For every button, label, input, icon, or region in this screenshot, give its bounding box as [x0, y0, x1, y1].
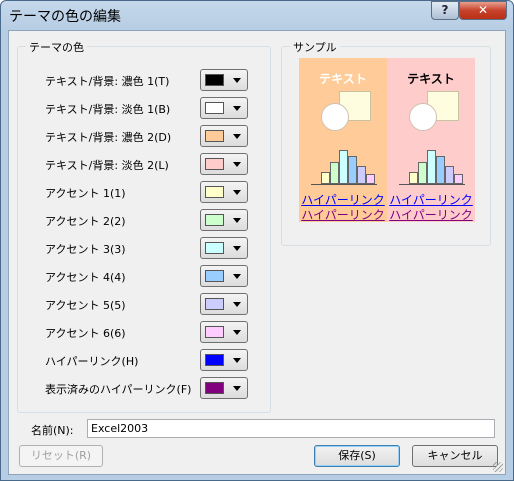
dropdown-arrow-icon [233, 330, 241, 335]
sample-light-panel: テキスト ハイパーリンク ハイパーリンク [387, 58, 475, 222]
sample-circle-shape [409, 103, 437, 131]
color-swatch [205, 242, 224, 254]
theme-color-label: アクセント 3(3) [45, 243, 126, 256]
theme-color-picker-button[interactable] [200, 125, 248, 147]
dropdown-arrow-icon [233, 134, 241, 139]
color-swatch [205, 354, 224, 366]
color-swatch [205, 298, 224, 310]
theme-color-picker-button[interactable] [200, 181, 248, 203]
theme-color-picker-button[interactable] [200, 265, 248, 287]
theme-color-picker-button[interactable] [200, 209, 248, 231]
dropdown-arrow-icon [233, 274, 241, 279]
theme-color-label: テキスト/背景: 濃色 1(T) [45, 75, 170, 88]
theme-color-label: アクセント 4(4) [45, 271, 126, 284]
sample-bar [348, 156, 357, 184]
reset-button[interactable]: リセット(R) [19, 445, 103, 467]
dropdown-arrow-icon [233, 386, 241, 391]
color-swatch [205, 270, 224, 282]
cancel-button[interactable]: キャンセル [412, 445, 498, 467]
dialog-body: テーマの色 テキスト/背景: 濃色 1(T) テキスト/背景: 淡色 1(B) テキ… [8, 30, 506, 475]
theme-color-picker-button[interactable] [200, 293, 248, 315]
name-input[interactable] [87, 419, 495, 438]
color-swatch [205, 214, 224, 226]
dropdown-arrow-icon [233, 78, 241, 83]
dropdown-arrow-icon [233, 358, 241, 363]
sample-visited-hyperlink[interactable]: ハイパーリンク [299, 206, 387, 223]
sample-baseline [311, 184, 377, 185]
theme-color-picker-button[interactable] [200, 69, 248, 91]
theme-color-label: 表示済みのハイパーリンク(F) [45, 383, 192, 396]
theme-color-label: アクセント 5(5) [45, 299, 126, 312]
sample-bar [409, 172, 418, 184]
sample-dark-text: テキスト [319, 72, 367, 86]
color-swatch [205, 186, 224, 198]
sample-bar [321, 172, 330, 184]
theme-color-picker-button[interactable] [200, 97, 248, 119]
sample-bar [436, 156, 445, 184]
sample-bar [445, 166, 454, 184]
sample-group: サンプル テキスト ハイパーリンク ハイパーリンク テキスト ハイパーリンク ハ… [281, 39, 491, 246]
sample-bar [339, 150, 348, 184]
dropdown-arrow-icon [233, 190, 241, 195]
color-swatch [205, 102, 224, 114]
theme-color-picker-button[interactable] [200, 349, 248, 371]
theme-color-label: テキスト/背景: 濃色 2(D) [45, 131, 172, 144]
theme-color-picker-button[interactable] [200, 153, 248, 175]
color-swatch [205, 382, 224, 394]
sample-bar [330, 162, 339, 184]
dropdown-arrow-icon [233, 302, 241, 307]
theme-color-picker-button[interactable] [200, 377, 248, 399]
sample-bar [418, 162, 427, 184]
dropdown-arrow-icon [233, 162, 241, 167]
theme-color-label: アクセント 2(2) [45, 215, 126, 228]
help-button[interactable]: ? [431, 1, 459, 20]
theme-color-label: ハイパーリンク(H) [45, 355, 139, 368]
dropdown-arrow-icon [233, 218, 241, 223]
theme-color-label: テキスト/背景: 淡色 2(L) [45, 159, 169, 172]
theme-color-label: テキスト/背景: 淡色 1(B) [45, 103, 171, 116]
color-swatch [205, 74, 224, 86]
theme-color-picker-button[interactable] [200, 321, 248, 343]
sample-bar [366, 174, 375, 184]
close-button[interactable]: ✕ [459, 1, 507, 20]
sample-visited-hyperlink[interactable]: ハイパーリンク [387, 206, 475, 223]
theme-color-picker-button[interactable] [200, 237, 248, 259]
resize-grip[interactable] [493, 462, 503, 472]
sample-bar [357, 166, 366, 184]
theme-color-label: アクセント 6(6) [45, 327, 126, 340]
close-icon: ✕ [477, 3, 489, 17]
theme-colors-group: テーマの色 テキスト/背景: 濃色 1(T) テキスト/背景: 淡色 1(B) テキ… [17, 39, 271, 413]
color-swatch [205, 326, 224, 338]
title-bar[interactable]: テーマの色の編集 ? ✕ [1, 1, 513, 29]
sample-baseline [399, 184, 465, 185]
sample-circle-shape [321, 103, 349, 131]
theme-colors-group-title: テーマの色 [26, 39, 87, 55]
color-swatch [205, 158, 224, 170]
dialog-window: テーマの色の編集 ? ✕ テーマの色 テキスト/背景: 濃色 1(T) テキスト/… [0, 0, 514, 481]
sample-bar [454, 174, 463, 184]
name-label: 名前(N): [31, 424, 74, 437]
sample-light-text: テキスト [407, 72, 455, 86]
sample-bar [427, 150, 436, 184]
save-button[interactable]: 保存(S) [314, 445, 400, 467]
theme-color-label: アクセント 1(1) [45, 187, 126, 200]
sample-group-title: サンプル [290, 39, 340, 55]
dropdown-arrow-icon [233, 106, 241, 111]
sample-dark-panel: テキスト ハイパーリンク ハイパーリンク [299, 58, 387, 222]
color-swatch [205, 130, 224, 142]
window-title: テーマの色の編集 [9, 9, 121, 25]
dropdown-arrow-icon [233, 246, 241, 251]
